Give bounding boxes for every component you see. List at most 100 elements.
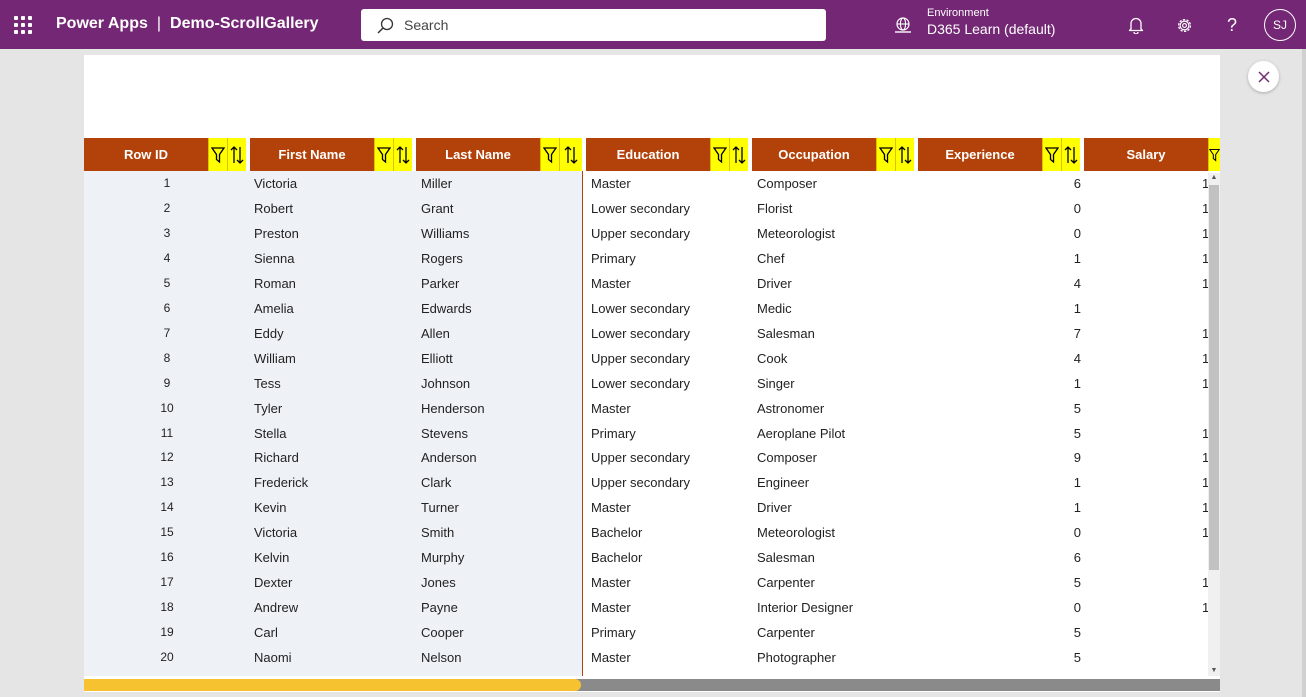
vertical-scroll-thumb[interactable] (1209, 185, 1219, 570)
column-header-experience: Experience (918, 138, 1080, 171)
occupation-cell: Cook (757, 350, 788, 366)
table-row[interactable]: 5 Roman Parker Master Driver 4 1 (84, 271, 1210, 296)
first-name-cell: William (254, 350, 296, 366)
education-cell: Master (591, 400, 631, 416)
education-cell: Primary (591, 250, 636, 266)
column-header-first-name: First Name (250, 138, 412, 171)
table-row[interactable]: 9 Tess Johnson Lower secondary Singer 1 1 (84, 371, 1210, 396)
sort-icon[interactable] (729, 138, 748, 171)
filter-icon[interactable] (876, 138, 895, 171)
close-button[interactable] (1248, 61, 1279, 92)
horizontal-scroll-thumb[interactable] (84, 679, 581, 691)
experience-cell: 5 (1073, 625, 1081, 641)
table-row[interactable]: 2 Robert Grant Lower secondary Florist 0 1 (84, 196, 1210, 221)
bell-icon[interactable] (1125, 14, 1147, 36)
table-row[interactable]: 11 Stella Stevens Primary Aeroplane Pilot 5 1 (84, 421, 1209, 446)
row-id-cell: 14 (160, 500, 174, 515)
scroll-down-icon[interactable]: ▼ (1210, 667, 1218, 675)
first-name-cell: Frederick (254, 475, 309, 491)
environment-picker[interactable]: D365 Learn (default) (927, 21, 1055, 37)
table-row[interactable]: 8 William Elliott Upper secondary Cook 4 1 (84, 346, 1210, 371)
environment-icon (895, 17, 911, 33)
table-row[interactable]: 19 Carl Cooper Primary Carpenter 5 (84, 620, 1209, 645)
table-row[interactable]: 1 Victoria Miller Master Composer 6 1 (84, 171, 1210, 196)
occupation-cell: Engineer (757, 475, 810, 491)
row-id-cell: 10 (160, 400, 174, 415)
experience-cell: 1 (1073, 300, 1081, 316)
search-input[interactable] (404, 15, 804, 35)
sort-icon[interactable] (1061, 138, 1080, 171)
filter-icon[interactable] (208, 138, 227, 171)
experience-cell: 9 (1073, 450, 1081, 466)
education-cell: Primary (591, 625, 636, 641)
gear-icon[interactable] (1173, 14, 1195, 36)
first-name-cell: Naomi (254, 650, 292, 666)
filter-icon[interactable] (374, 138, 393, 171)
table-row[interactable]: 4 Sienna Rogers Primary Chef 1 1 (84, 246, 1210, 271)
help-icon[interactable]: ? (1221, 14, 1243, 36)
last-name-cell: Jones (421, 575, 456, 591)
last-name-cell: Miller (421, 176, 453, 191)
vertical-scrollbar[interactable]: ▲ ▼ (1208, 173, 1220, 676)
column-label: Education (616, 147, 680, 162)
row-id-cell: 7 (163, 325, 171, 340)
filter-icon[interactable] (710, 138, 729, 171)
table-row[interactable]: 13 Frederick Clark Upper secondary Engineer 1… (84, 470, 1209, 495)
experience-cell: 1 (1073, 375, 1081, 391)
avatar[interactable]: SJ (1264, 9, 1296, 41)
last-name-cell: Stevens (421, 425, 468, 441)
last-name-cell: Turner (421, 500, 459, 516)
table-row[interactable]: 3 Preston Williams Upper secondary Meteorolo… (84, 221, 1210, 246)
column-label: First Name (278, 147, 346, 162)
waffle-icon[interactable] (14, 16, 32, 34)
filter-icon[interactable] (1042, 138, 1061, 171)
experience-cell: 0 (1073, 200, 1081, 216)
education-cell: Primary (591, 425, 636, 441)
table-row[interactable]: 17 Dexter Jones Master Carpenter 5 1 (84, 570, 1209, 595)
search-box[interactable] (361, 9, 826, 41)
table-row[interactable]: 7 Eddy Allen Lower secondary Salesman 7 1 (84, 321, 1210, 346)
occupation-cell: Aeroplane Pilot (757, 425, 846, 441)
column-label: Last Name (445, 147, 511, 162)
first-name-cell: Roman (254, 275, 296, 291)
sort-icon[interactable] (393, 138, 412, 171)
occupation-cell: Driver (757, 275, 792, 291)
experience-cell: 0 (1073, 600, 1081, 616)
occupation-cell: Medic (757, 300, 792, 316)
table-row[interactable]: 18 Andrew Payne Master Interior Designer 0 1 (84, 595, 1209, 620)
last-name-cell: Anderson (421, 450, 477, 466)
table-row[interactable]: 12 Richard Anderson Upper secondary Composer… (84, 445, 1209, 470)
sort-icon[interactable] (895, 138, 914, 171)
first-name-cell: Eddy (254, 325, 284, 341)
horizontal-scrollbar[interactable] (84, 679, 1220, 691)
education-cell: Lower secondary (591, 325, 690, 341)
table-row[interactable]: 15 Victoria Smith Bachelor Meteorologist 0 1 (84, 520, 1209, 545)
row-id-cell: 20 (160, 650, 174, 665)
scroll-up-icon[interactable]: ▲ (1210, 174, 1218, 182)
product-name[interactable]: Power Apps (56, 15, 148, 32)
sort-icon[interactable] (227, 138, 246, 171)
column-header-salary: Salary (1084, 138, 1220, 171)
filter-icon[interactable] (1208, 138, 1220, 171)
column-label: Experience (945, 147, 1015, 162)
row-id-cell: 12 (160, 450, 174, 465)
experience-cell: 1 (1073, 475, 1081, 491)
first-name-cell: Robert (254, 200, 294, 216)
table-row[interactable]: 14 Kevin Turner Master Driver 1 1 (84, 495, 1209, 520)
table-row[interactable]: 6 Amelia Edwards Lower secondary Medic 1 (84, 296, 1209, 321)
row-id-cell: 2 (163, 200, 171, 215)
gallery-header: Row ID First Name Last Name Education Oc… (84, 138, 1220, 171)
sort-icon[interactable] (559, 138, 582, 171)
table-row[interactable]: 16 Kelvin Murphy Bachelor Salesman 6 (84, 545, 1209, 570)
table-row[interactable]: 10 Tyler Henderson Master Astronomer 5 (84, 396, 1209, 421)
row-id-cell: 8 (163, 350, 171, 365)
first-name-cell: Tess (254, 375, 281, 391)
occupation-cell: Meteorologist (757, 225, 836, 241)
experience-cell: 7 (1073, 325, 1081, 341)
table-row[interactable]: 20 Naomi Nelson Master Photographer 5 (84, 645, 1209, 670)
first-name-cell: Kelvin (254, 550, 290, 566)
column-label: Row ID (123, 147, 169, 162)
app-canvas: Row ID First Name Last Name Education Oc… (84, 55, 1220, 692)
education-cell: Master (591, 275, 631, 291)
filter-icon[interactable] (540, 138, 559, 171)
